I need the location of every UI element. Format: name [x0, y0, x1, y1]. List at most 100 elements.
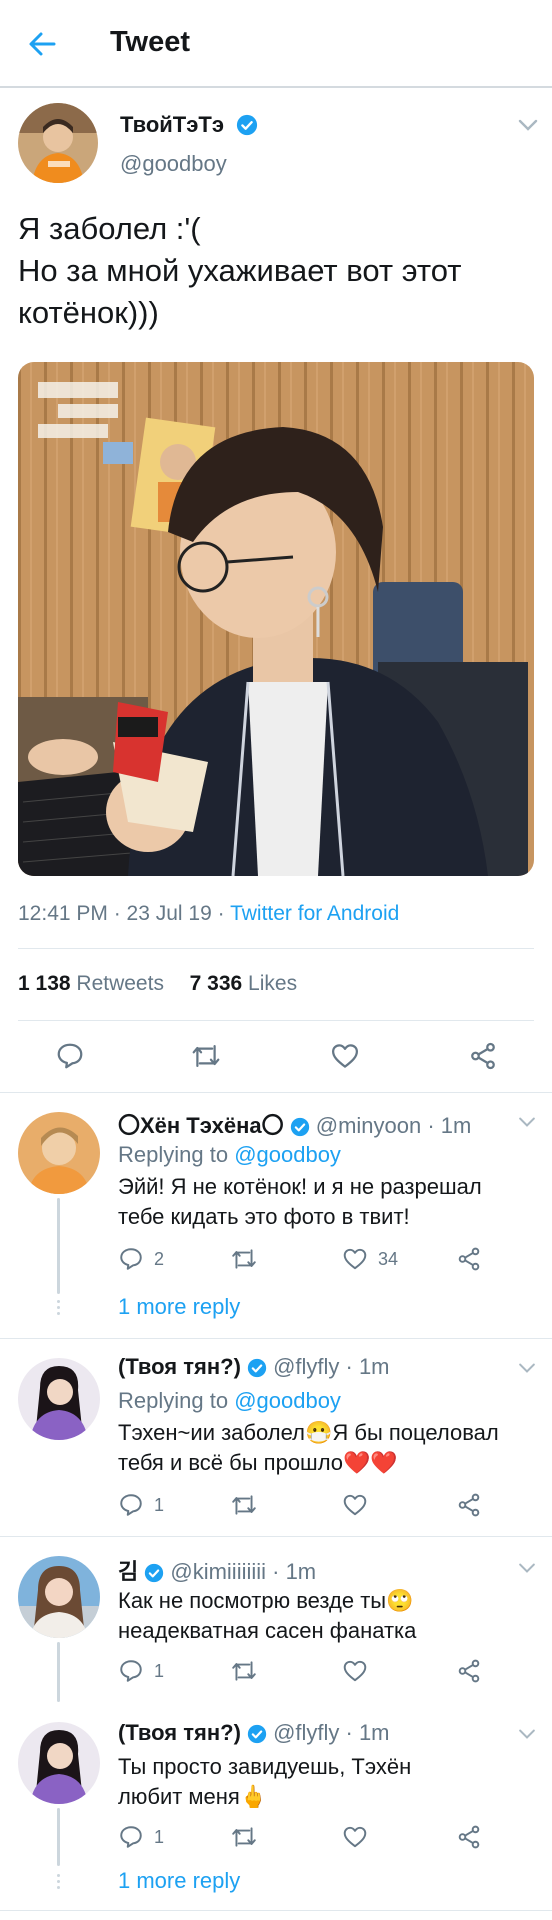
share-icon[interactable]: [456, 1658, 482, 1684]
retweet-icon[interactable]: [230, 1246, 258, 1272]
like-icon: [343, 1248, 367, 1270]
reply-icon: [120, 1826, 142, 1848]
reply-divider: [0, 1338, 552, 1339]
tweet-stats: 1 138 Retweets 7 336 Likes: [18, 972, 297, 996]
retweet-icon[interactable]: [230, 1492, 258, 1518]
reply-text-line: любит меня🖕: [118, 1784, 268, 1809]
tweet-text-line: Я заболел :'(: [18, 211, 201, 246]
stats-divider-bottom: [18, 1020, 534, 1021]
reply-count: 1: [154, 1660, 165, 1681]
reply-icon[interactable]: [55, 1041, 85, 1071]
back-button[interactable]: [26, 28, 58, 60]
chevron-down-icon[interactable]: [518, 1728, 536, 1740]
reply-text-line: неадекватная сасен фанатка: [118, 1618, 417, 1643]
tweet-media-photo[interactable]: [18, 362, 534, 876]
chevron-down-icon[interactable]: [518, 1562, 536, 1574]
like-icon[interactable]: [342, 1492, 368, 1518]
thread-more-dots: [57, 1300, 60, 1315]
replying-to: Replying to @goodboy: [118, 1142, 341, 1168]
tweet-source-link[interactable]: Twitter for Android: [230, 902, 399, 925]
author-handle[interactable]: @goodboy: [120, 151, 227, 177]
reply-author-name[interactable]: 〇Хён Тэхёна〇: [118, 1113, 284, 1138]
likes-count: 7 336: [189, 972, 243, 995]
header-divider: [0, 86, 552, 88]
stats-divider-top: [18, 948, 534, 949]
retweet-icon[interactable]: [190, 1041, 222, 1071]
reply-header: (Твоя тян?) @flyfly · 1m: [118, 1354, 390, 1380]
reply-action[interactable]: 1: [118, 1492, 164, 1518]
reply-text: Тэхен~ии заболел😷Я бы поцеловал тебя и в…: [118, 1418, 538, 1478]
replies-divider: [0, 1092, 552, 1093]
reply-header: 〇Хён Тэхёна〇 @minyoon · 1m: [118, 1108, 471, 1140]
tweet-text: Я заболел :'( Но за мной ухаживает вот э…: [18, 208, 538, 334]
reply-text: Эйй! Я не котёнок! и я не разрешал тебе …: [118, 1172, 538, 1232]
chevron-down-icon[interactable]: [518, 118, 538, 132]
avatar[interactable]: [18, 1112, 100, 1194]
retweets-label: Retweets: [76, 972, 164, 995]
replying-to-handle[interactable]: @goodboy: [234, 1142, 341, 1167]
likes-label: Likes: [248, 972, 298, 995]
retweet-icon[interactable]: [230, 1824, 258, 1850]
more-replies-link[interactable]: 1 more reply: [118, 1868, 240, 1894]
replying-to-label: Replying to: [118, 1388, 235, 1413]
reply-text: Как не посмотрю везде ты🙄 неадекватная с…: [118, 1586, 538, 1646]
reply-icon: [120, 1660, 142, 1682]
page-title: Tweet: [110, 26, 191, 58]
like-icon[interactable]: [330, 1041, 360, 1071]
tweet-text-line: котёнок))): [18, 295, 159, 330]
avatar[interactable]: [18, 1722, 100, 1804]
author-name[interactable]: ТвойТэТэ: [120, 112, 224, 137]
reply-action[interactable]: 1: [118, 1824, 164, 1850]
thread-line: [57, 1808, 60, 1866]
share-icon[interactable]: [456, 1246, 482, 1272]
replying-to: Replying to @goodboy: [118, 1388, 341, 1414]
share-icon[interactable]: [456, 1824, 482, 1850]
back-arrow-icon: [29, 32, 56, 56]
reply-text-line: Эйй! Я не котёнок! и я не разрешал: [118, 1174, 482, 1199]
reply-action[interactable]: 1: [118, 1658, 164, 1684]
reply-author-name[interactable]: (Твоя тян?): [118, 1720, 241, 1745]
like-icon[interactable]: [342, 1824, 368, 1850]
replying-to-handle[interactable]: @goodboy: [234, 1388, 341, 1413]
reply-author-name[interactable]: 김: [118, 1559, 138, 1584]
reply-action[interactable]: 2: [118, 1246, 164, 1272]
reply-meta: @flyfly · 1m: [273, 1720, 390, 1745]
like-action[interactable]: 34: [342, 1246, 398, 1272]
reply-meta: @minyoon · 1m: [315, 1113, 472, 1138]
like-icon[interactable]: [342, 1658, 368, 1684]
chevron-down-icon[interactable]: [518, 1362, 536, 1374]
avatar[interactable]: [18, 103, 98, 183]
reply-icon: [120, 1494, 142, 1516]
tweet-text-line: Но за мной ухаживает вот этот: [18, 253, 462, 288]
reply-text-line: Тэхен~ии заболел😷Я бы поцеловал: [118, 1420, 499, 1445]
more-replies-link[interactable]: 1 more reply: [118, 1294, 240, 1320]
avatar[interactable]: [18, 1556, 100, 1638]
reply-author-name[interactable]: (Твоя тян?): [118, 1354, 241, 1379]
retweets-count: 1 138: [18, 972, 71, 995]
share-icon[interactable]: [456, 1492, 482, 1518]
reply-text-line: Как не посмотрю везде ты🙄: [118, 1588, 414, 1613]
like-count: 34: [378, 1248, 399, 1269]
reply-divider: [0, 1910, 552, 1911]
tweet-time: 12:41 PM · 23 Jul 19 ·: [18, 902, 231, 925]
verified-icon: [290, 1117, 309, 1137]
thread-line: [57, 1642, 60, 1702]
chevron-down-icon[interactable]: [518, 1116, 536, 1128]
reply-header: 김 @kimiiiiiiii · 1m: [118, 1554, 316, 1586]
retweets-stat[interactable]: 1 138 Retweets: [18, 972, 164, 995]
author-name-row: ТвойТэТэ: [120, 112, 258, 138]
avatar[interactable]: [18, 1358, 100, 1440]
verified-icon: [247, 1358, 267, 1378]
reply-text-line: тебе кидать это фото в твит!: [118, 1204, 410, 1229]
likes-stat[interactable]: 7 336 Likes: [190, 972, 297, 995]
reply-divider: [0, 1536, 552, 1537]
reply-meta: @flyfly · 1m: [273, 1354, 390, 1379]
share-icon[interactable]: [468, 1041, 498, 1071]
retweet-icon[interactable]: [230, 1658, 258, 1684]
thread-line: [57, 1198, 60, 1294]
reply-icon: [120, 1248, 142, 1270]
replying-to-label: Replying to: [118, 1142, 235, 1167]
reply-count: 1: [154, 1826, 165, 1847]
reply-header: (Твоя тян?) @flyfly · 1m: [118, 1720, 390, 1746]
verified-icon: [145, 1563, 164, 1583]
